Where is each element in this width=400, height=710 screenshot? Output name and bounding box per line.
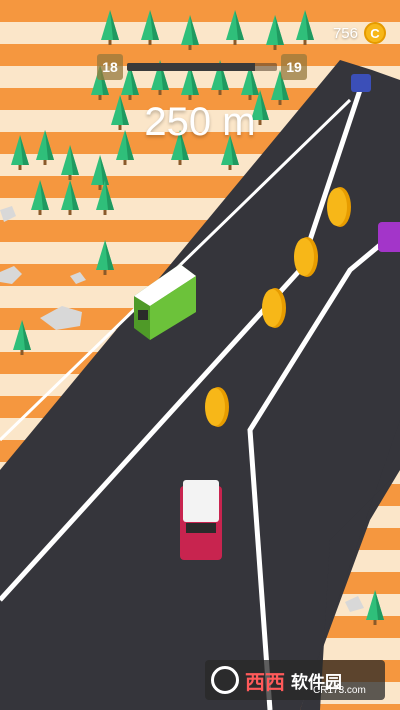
watermark-logo-icon [211, 666, 239, 694]
next-level: 19 [281, 54, 307, 80]
watermark-brand: 西西 [245, 671, 285, 694]
progress-fill [127, 63, 255, 71]
coin-counter: 756 C [333, 22, 386, 44]
watermark-url: CR173.com [313, 685, 366, 696]
coin-count: 756 [332, 24, 358, 42]
player-car [180, 480, 222, 560]
level-progress: 18 19 [97, 54, 307, 80]
watermark: 西西 软件园 CR173.com [205, 660, 385, 700]
progress-bar [127, 63, 277, 71]
current-level: 18 [97, 54, 123, 80]
coin-icon: C [364, 22, 386, 44]
distance-readout: 250 m [144, 100, 256, 144]
